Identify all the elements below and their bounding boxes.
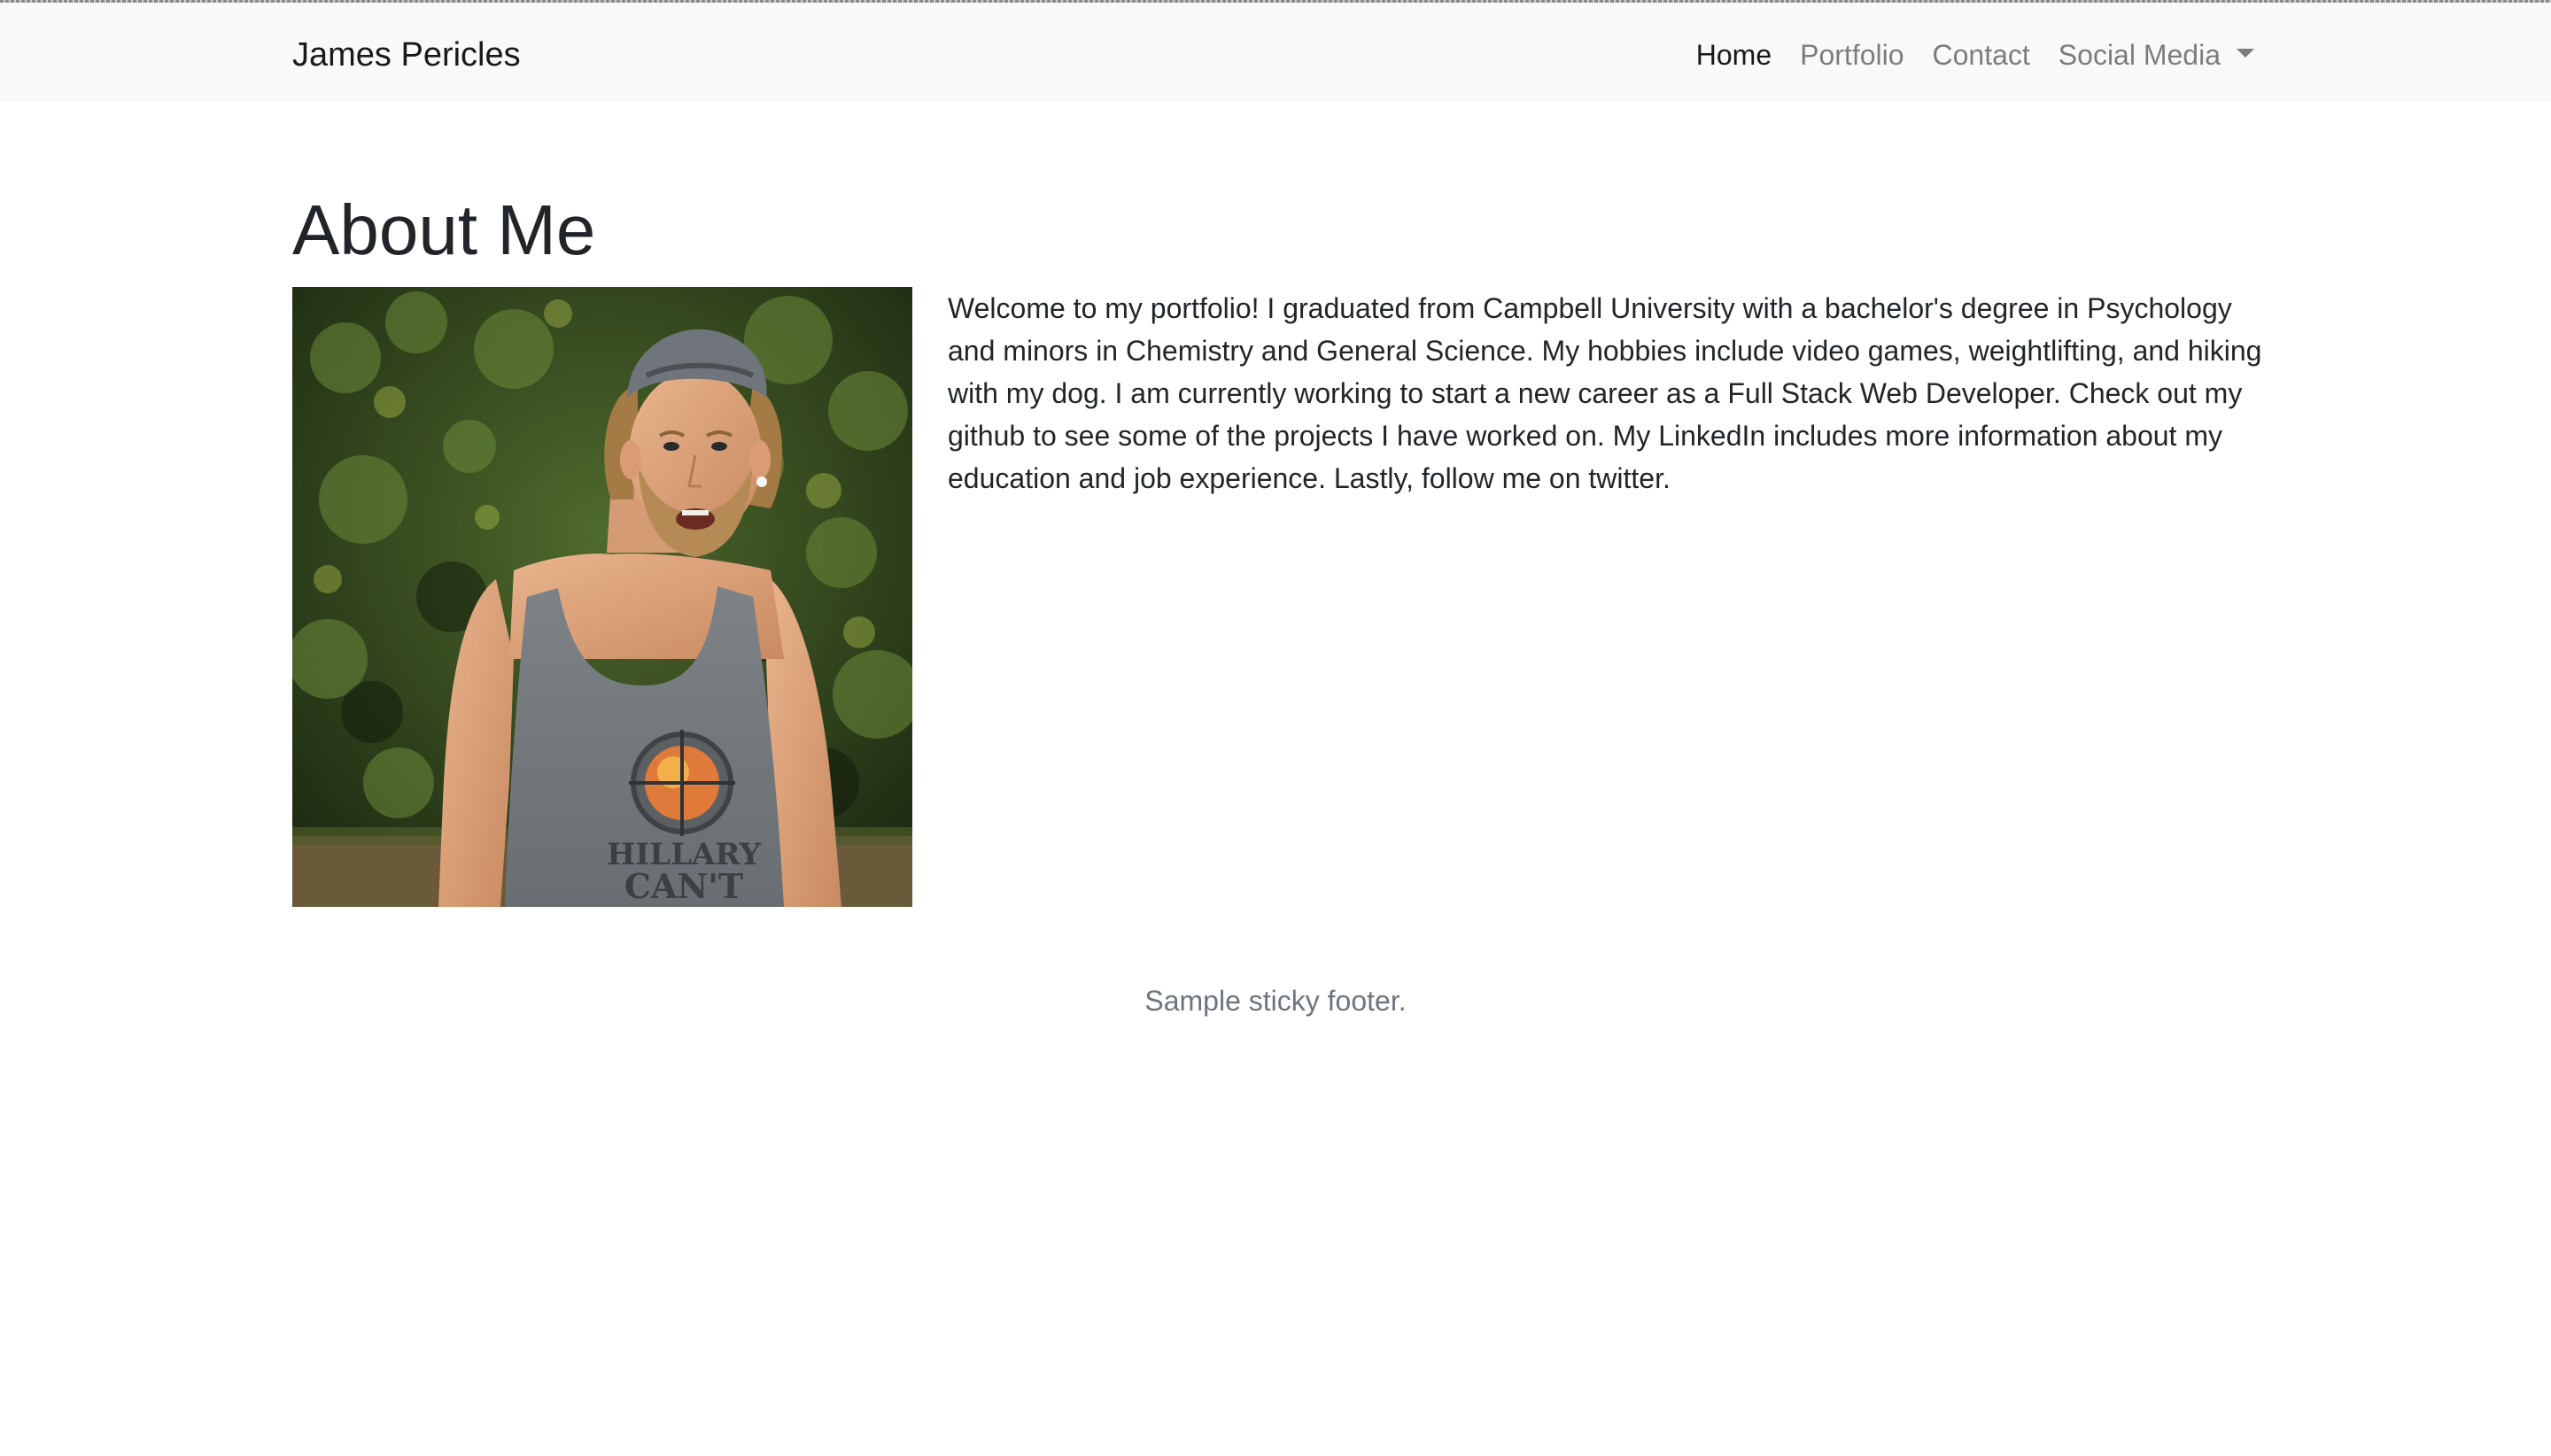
nav-link-home[interactable]: Home bbox=[1696, 31, 1772, 79]
about-me-text: Welcome to my portfolio! I graduated fro… bbox=[948, 292, 2262, 494]
profile-photo: HILLARY CAN'T bbox=[292, 287, 912, 907]
social-media-dropdown[interactable]: Social Media bbox=[2059, 31, 2254, 79]
nav-link-portfolio[interactable]: Portfolio bbox=[1800, 31, 1904, 79]
caret-down-icon bbox=[2237, 49, 2254, 58]
page-title: About Me bbox=[292, 190, 596, 269]
sticky-footer: Sample sticky footer. bbox=[1144, 985, 1407, 1017]
nav-link-contact[interactable]: Contact bbox=[1933, 31, 2030, 79]
nav-links: Home Portfolio Contact Social Media bbox=[1668, 31, 2254, 79]
navbar: James Pericles Home Portfolio Contact So… bbox=[0, 3, 2551, 102]
social-media-dropdown-label: Social Media bbox=[2058, 39, 2221, 71]
shirt-text-2: CAN'T bbox=[624, 866, 743, 906]
navbar-brand[interactable]: James Pericles bbox=[292, 31, 521, 79]
